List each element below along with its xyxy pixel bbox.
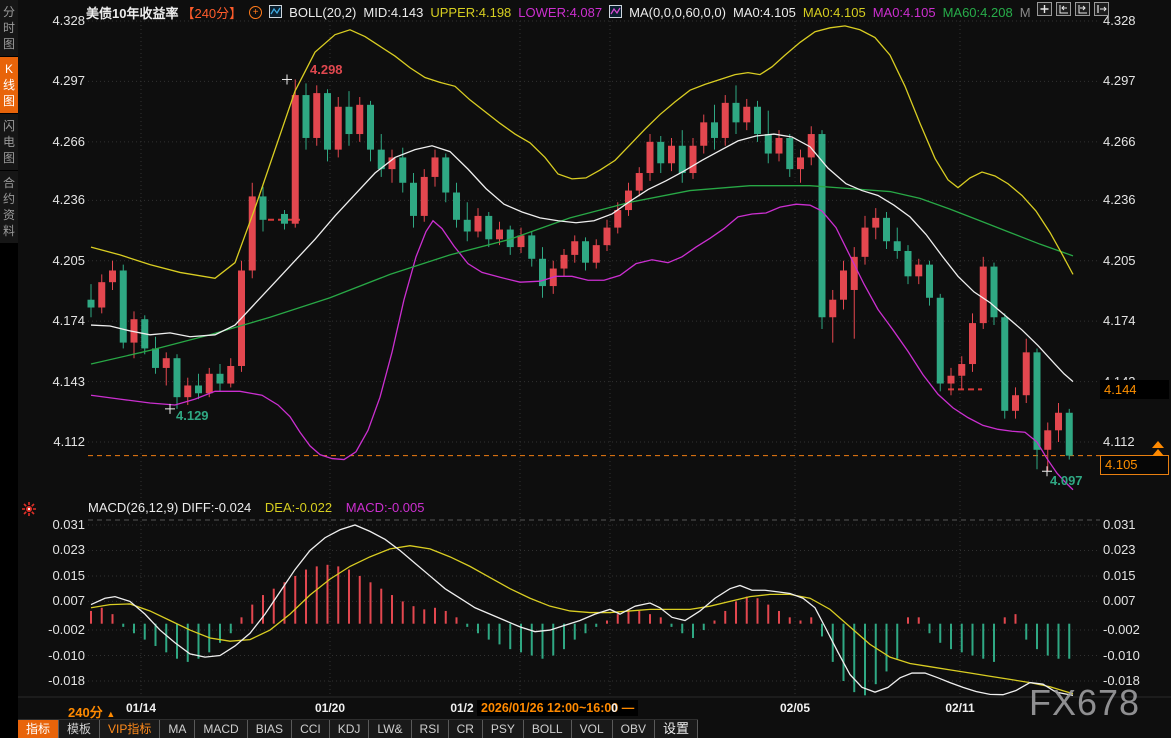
zoom-in-icon[interactable] <box>1075 2 1090 16</box>
fx678-watermark: FX678 <box>1029 682 1140 724</box>
date-label: 02/11 <box>945 701 974 715</box>
toolbar-button-BIAS[interactable]: BIAS <box>248 720 292 738</box>
price-axis-label-left: 4.297 <box>28 73 85 89</box>
sidebar-tab-item[interactable]: 分时图 <box>0 0 18 57</box>
sidebar-tab-item[interactable]: 闪电图 <box>0 114 18 171</box>
boll-indicator-icon[interactable] <box>269 5 282 21</box>
ma60-value: MA60:4.208 <box>943 5 1013 20</box>
macd-legend: MACD(26,12,9) DIFF:-0.024 DEA:-0.022 MAC… <box>88 500 434 515</box>
zoom-out-icon[interactable] <box>1056 2 1071 16</box>
price-axis-label-right: 4.174 <box>1103 313 1136 329</box>
boll-upper-value: UPPER:4.198 <box>430 5 511 20</box>
toolbar-button-MACD[interactable]: MACD <box>195 720 247 738</box>
chart-toolbar-icons <box>1037 2 1109 16</box>
sidebar-tab-active[interactable]: K线图 <box>0 57 18 114</box>
price-up-arrows-icon <box>1152 441 1164 457</box>
macd-axis-label-right: -0.002 <box>1103 622 1140 638</box>
macd-axis-label-right: -0.010 <box>1103 648 1140 664</box>
date-label: 01/2 <box>450 701 473 715</box>
date-label: 01/20 <box>315 701 345 715</box>
macd-axis-label-right: 0.015 <box>1103 568 1136 584</box>
left-sidebar: 分时图K线图闪电图合约资料 <box>0 0 18 738</box>
ma0-white-value: MA0:4.105 <box>733 5 796 20</box>
price-axis-label-left: 4.143 <box>28 374 85 390</box>
settlement-price-box: 4.144 <box>1100 380 1169 399</box>
price-axis-label-right: 4.266 <box>1103 134 1136 150</box>
timeframe-arrow-icon: ▲ <box>106 709 115 719</box>
toolbar-button-KDJ[interactable]: KDJ <box>330 720 370 738</box>
price-axis-label-right: 4.112 <box>1103 434 1135 450</box>
price-axis-label-left: 4.112 <box>28 434 85 450</box>
toolbar-button-BOLL[interactable]: BOLL <box>524 720 572 738</box>
toolbar-button-CCI[interactable]: CCI <box>292 720 330 738</box>
price-axis-label-right: 4.236 <box>1103 192 1136 208</box>
ma-indicator-icon[interactable] <box>609 5 622 21</box>
period-tag: 【240分】 <box>181 3 242 22</box>
low-price-label: 4.129 <box>176 408 209 423</box>
toolbar-button-PSY[interactable]: PSY <box>483 720 524 738</box>
price-axis-label-right: 4.297 <box>1103 73 1136 89</box>
sidebar-tab-item[interactable]: 合约资料 <box>0 171 18 244</box>
macd-axis-label-right: 0.023 <box>1103 542 1136 558</box>
toolbar-button-模板[interactable]: 模板 <box>59 720 100 738</box>
toolbar-button-VIP指标[interactable]: VIP指标 <box>100 720 160 738</box>
macd-axis-label-right: 0.007 <box>1103 593 1136 609</box>
macd-axis-label-left: -0.018 <box>28 673 85 689</box>
price-axis-label-left: 4.205 <box>28 253 85 269</box>
toolbar-button-CR[interactable]: CR <box>449 720 483 738</box>
macd-axis-label-left: 0.007 <box>28 593 85 609</box>
chart-application-window: 分时图K线图闪电图合约资料 美债10年收益率 【240分】 + BOLL(20,… <box>0 0 1171 738</box>
legend-suffix: M <box>1020 5 1031 20</box>
ma0-magenta-value: MA0:4.105 <box>873 5 936 20</box>
last-price-box: 4.105 <box>1100 455 1169 475</box>
toolbar-button-设置[interactable]: 设置 <box>655 720 698 738</box>
date-label: 02/05 <box>780 701 810 715</box>
macd-axis-label-left: 0.015 <box>28 568 85 584</box>
symbol-title: 美债10年收益率 <box>86 3 178 22</box>
indicator-toolbar: 指标模板VIP指标MAMACDBIASCCIKDJLW&RSICRPSYBOLL… <box>18 719 698 738</box>
macd-diff-value: MACD(26,12,9) DIFF:-0.024 <box>88 500 251 515</box>
crosshair-icon[interactable] <box>1037 2 1052 16</box>
toolbar-button-VOL[interactable]: VOL <box>572 720 613 738</box>
macd-dea-value: DEA:-0.022 <box>265 500 332 515</box>
toolbar-button-LW&[interactable]: LW& <box>369 720 411 738</box>
macd-macd-value: MACD:-0.005 <box>346 500 425 515</box>
price-axis-label-right: 4.205 <box>1103 253 1136 269</box>
ma0-yellow-value: MA0:4.105 <box>803 5 866 20</box>
price-axis-label-left: 4.328 <box>28 13 85 29</box>
time-axis: 240分 ▲ 2026/01/26 12:00~16:00 — 0 01/140… <box>0 697 1171 718</box>
toolbar-button-RSI[interactable]: RSI <box>412 720 449 738</box>
high-price-label: 4.298 <box>310 62 343 77</box>
macd-axis-label-right: 0.031 <box>1103 517 1136 533</box>
kline-chart-canvas[interactable] <box>0 0 1171 738</box>
toolbar-button-MA[interactable]: MA <box>160 720 195 738</box>
recent-low-price-label: 4.097 <box>1050 473 1083 488</box>
macd-axis-label-left: -0.010 <box>28 648 85 664</box>
price-axis-label-left: 4.236 <box>28 192 85 208</box>
add-indicator-icon[interactable]: + <box>249 6 262 19</box>
boll-mid-value: MID:4.143 <box>363 5 423 20</box>
toolbar-button-OBV[interactable]: OBV <box>613 720 655 738</box>
price-axis-label-left: 4.174 <box>28 313 85 329</box>
pan-right-icon[interactable] <box>1094 2 1109 16</box>
chart-legend-bar: 美债10年收益率 【240分】 + BOLL(20,2) MID:4.143 U… <box>86 3 1038 21</box>
toolbar-button-指标[interactable]: 指标 <box>18 720 59 738</box>
macd-axis-label-left: 0.023 <box>28 542 85 558</box>
macd-axis-label-left: 0.031 <box>28 517 85 533</box>
partial-date-label: 0 <box>611 701 618 715</box>
price-axis-label-left: 4.266 <box>28 134 85 150</box>
ma-label: MA(0,0,0,60,0,0) <box>629 5 726 20</box>
boll-lower-value: LOWER:4.087 <box>518 5 602 20</box>
date-label: 01/14 <box>126 701 156 715</box>
macd-axis-label-left: -0.002 <box>28 622 85 638</box>
boll-label: BOLL(20,2) <box>289 5 356 20</box>
